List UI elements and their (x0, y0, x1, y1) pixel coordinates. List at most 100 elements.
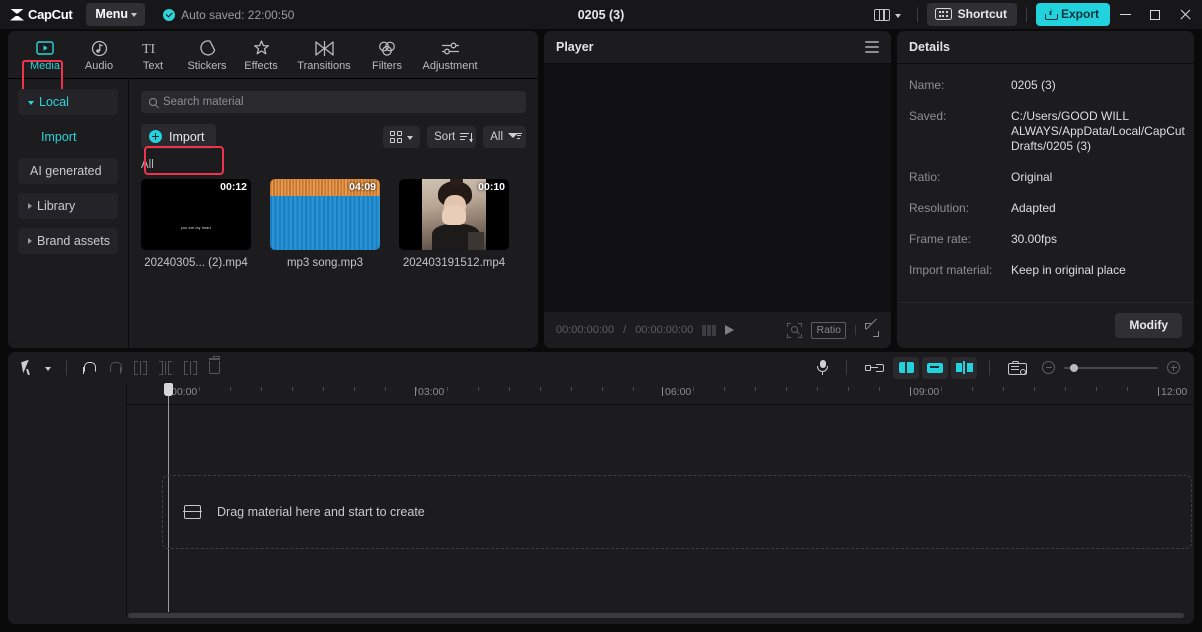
search-input[interactable]: Search material (163, 96, 244, 108)
sidebar-item-brand-assets[interactable]: Brand assets (18, 228, 118, 254)
minimize-button[interactable] (1110, 0, 1140, 29)
media-grid: 00:12 you are my heart 20240305... (2).m… (141, 179, 526, 269)
tab-audio[interactable]: Audio (72, 35, 126, 74)
tab-label: Media (30, 60, 60, 72)
chevron-down-icon (407, 135, 414, 140)
capcut-logo-icon (10, 9, 24, 21)
modify-button[interactable]: Modify (1115, 313, 1182, 338)
fullscreen-icon[interactable] (865, 323, 879, 337)
auto-cut-icon (898, 360, 914, 375)
sidebar-item-ai-generated[interactable]: AI generated (18, 158, 118, 184)
menu-button[interactable]: Menu (86, 3, 146, 26)
layout-icon (873, 8, 890, 21)
media-thumbnail[interactable]: 00:10 (399, 179, 509, 250)
details-key: Ratio: (909, 170, 941, 184)
player-canvas[interactable] (544, 64, 891, 312)
media-item[interactable]: 04:09 mp3 song.mp3 (270, 179, 380, 269)
capcut-window: CapCut Menu Auto saved: 22:00:50 0205 (3… (0, 0, 1202, 632)
stickers-icon (199, 38, 216, 58)
timeline-ruler[interactable]: 00:00 03:00 06:00 09:00 12:00 (127, 383, 1194, 405)
details-title: Details (909, 40, 950, 54)
snapshot-button[interactable] (1002, 355, 1033, 381)
media-filename: 202403191512.mp4 (402, 257, 506, 269)
zoom-in-button[interactable] (1161, 355, 1186, 381)
filter-button[interactable]: All (483, 125, 526, 148)
delete-button[interactable] (203, 355, 226, 381)
split-button[interactable] (128, 355, 153, 381)
view-mode-button[interactable] (383, 125, 421, 148)
sidebar-item-local[interactable]: Local (18, 89, 118, 115)
details-row-framerate: Frame rate: 30.00fps (909, 232, 1182, 247)
fit-clip-icon (927, 362, 943, 373)
tab-label: Text (142, 60, 164, 72)
tab-effects[interactable]: Effects (234, 35, 288, 74)
frame-step-icon[interactable] (702, 324, 716, 336)
player-right-controls: Ratio (787, 321, 879, 339)
close-icon (1179, 9, 1191, 21)
maximize-button[interactable] (1140, 0, 1170, 29)
tool-dropdown-button[interactable] (39, 355, 57, 381)
playhead-handle[interactable] (164, 383, 173, 396)
trim-right-button[interactable] (178, 355, 203, 381)
redo-button[interactable] (102, 355, 128, 381)
audio-icon (91, 38, 108, 58)
tab-label: Filters (372, 60, 402, 72)
trim-left-icon (159, 360, 172, 375)
details-key: Resolution: (909, 201, 970, 215)
close-button[interactable] (1170, 0, 1200, 29)
maximize-icon (1150, 9, 1160, 20)
time-separator: / (623, 324, 627, 336)
crop-zoom-icon[interactable] (787, 322, 803, 338)
player-menu-icon[interactable] (865, 41, 879, 53)
zoom-slider[interactable] (1064, 363, 1158, 372)
details-list: Name: 0205 (3) Saved: C:/Users/GOOD WILL… (897, 64, 1194, 302)
effects-icon (253, 38, 270, 58)
tab-stickers[interactable]: Stickers (180, 35, 234, 74)
dropzone-text: Drag material here and start to create (217, 505, 425, 519)
ratio-button[interactable]: Ratio (811, 321, 846, 339)
import-button[interactable]: Import (141, 124, 217, 149)
media-thumbnail[interactable]: 04:09 (270, 179, 380, 250)
tab-media[interactable]: Media (18, 35, 72, 74)
tab-filters[interactable]: Filters (360, 35, 414, 74)
trim-left-button[interactable] (153, 355, 178, 381)
sort-button[interactable]: Sort (427, 125, 477, 148)
link-clips-button[interactable] (859, 355, 890, 381)
sidebar-item-library[interactable]: Library (18, 193, 118, 219)
record-voiceover-button[interactable] (811, 355, 834, 381)
tab-transitions[interactable]: Transitions (288, 35, 360, 74)
zoom-slider-handle[interactable] (1070, 363, 1078, 372)
svg-text:TI: TI (142, 42, 156, 56)
chevron-down-icon (894, 13, 901, 18)
player-panel: Player 00:00:00:00 / 00:00:00:00 Ratio (544, 31, 891, 348)
select-tool-button[interactable] (16, 355, 39, 381)
media-duration: 04:09 (349, 181, 376, 193)
details-key: Frame rate: (909, 232, 972, 246)
zoom-out-button[interactable] (1036, 355, 1061, 381)
trash-icon (208, 355, 220, 374)
layout-switch-button[interactable] (867, 5, 908, 25)
media-item[interactable]: 00:12 you are my heart 20240305... (2).m… (141, 179, 251, 269)
export-button[interactable]: Export (1035, 3, 1110, 26)
fit-clip-button[interactable] (922, 356, 948, 379)
auto-cut-button[interactable] (893, 356, 919, 379)
menu-label: Menu (95, 7, 129, 21)
shortcut-button[interactable]: Shortcut (926, 3, 1017, 26)
search-material-box[interactable]: Search material (141, 91, 526, 113)
timeline-horizontal-scrollbar[interactable] (128, 613, 1184, 618)
tab-text[interactable]: TI Text (126, 35, 180, 74)
media-content: Search material Import Sort All All 00:1… (129, 79, 538, 348)
sidebar-item-label: Brand assets (37, 234, 110, 248)
chevron-down-icon (28, 101, 34, 105)
tab-adjustment[interactable]: Adjustment (414, 35, 486, 74)
timeline-dropzone[interactable]: Drag material here and start to create (162, 475, 1192, 549)
snap-button[interactable] (951, 356, 977, 379)
chevron-right-icon (28, 203, 32, 209)
tab-label: Audio (84, 60, 114, 72)
play-button[interactable] (724, 325, 734, 335)
sidebar-item-import[interactable]: Import (18, 124, 118, 150)
media-thumbnail[interactable]: 00:12 you are my heart (141, 179, 251, 250)
text-icon: TI (142, 38, 164, 58)
undo-button[interactable] (76, 355, 102, 381)
media-item[interactable]: 00:10 202403191512.mp4 (399, 179, 509, 269)
